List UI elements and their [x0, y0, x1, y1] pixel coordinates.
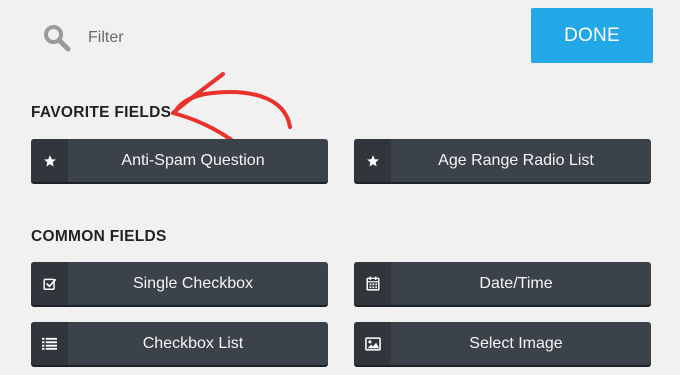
common-fields-title: COMMON FIELDS [31, 228, 167, 245]
field-label: Anti-Spam Question [121, 151, 265, 169]
checkbox-icon [31, 262, 68, 305]
field-age-range-radio-list[interactable]: Age Range Radio List [354, 139, 651, 182]
calendar-icon [354, 262, 391, 305]
star-icon [354, 139, 391, 182]
field-single-checkbox[interactable]: Single Checkbox [31, 262, 328, 305]
field-date-time[interactable]: Date/Time [354, 262, 651, 305]
field-label: Date/Time [479, 274, 553, 292]
list-icon [31, 322, 68, 365]
field-label: Age Range Radio List [438, 151, 594, 169]
filter-bar [42, 22, 342, 54]
field-select-image[interactable]: Select Image [354, 322, 651, 365]
filter-input[interactable] [86, 28, 310, 48]
star-icon [31, 139, 68, 182]
favorite-fields-title: FAVORITE FIELDS [31, 104, 172, 121]
image-icon [354, 322, 391, 365]
field-label: Select Image [469, 334, 563, 352]
field-checkbox-list[interactable]: Checkbox List [31, 322, 328, 365]
done-button[interactable]: DONE [531, 8, 653, 63]
field-label: Single Checkbox [132, 274, 254, 292]
field-label: Checkbox List [142, 334, 244, 352]
field-anti-spam-question[interactable]: Anti-Spam Question [31, 139, 328, 182]
search-icon [44, 25, 71, 52]
